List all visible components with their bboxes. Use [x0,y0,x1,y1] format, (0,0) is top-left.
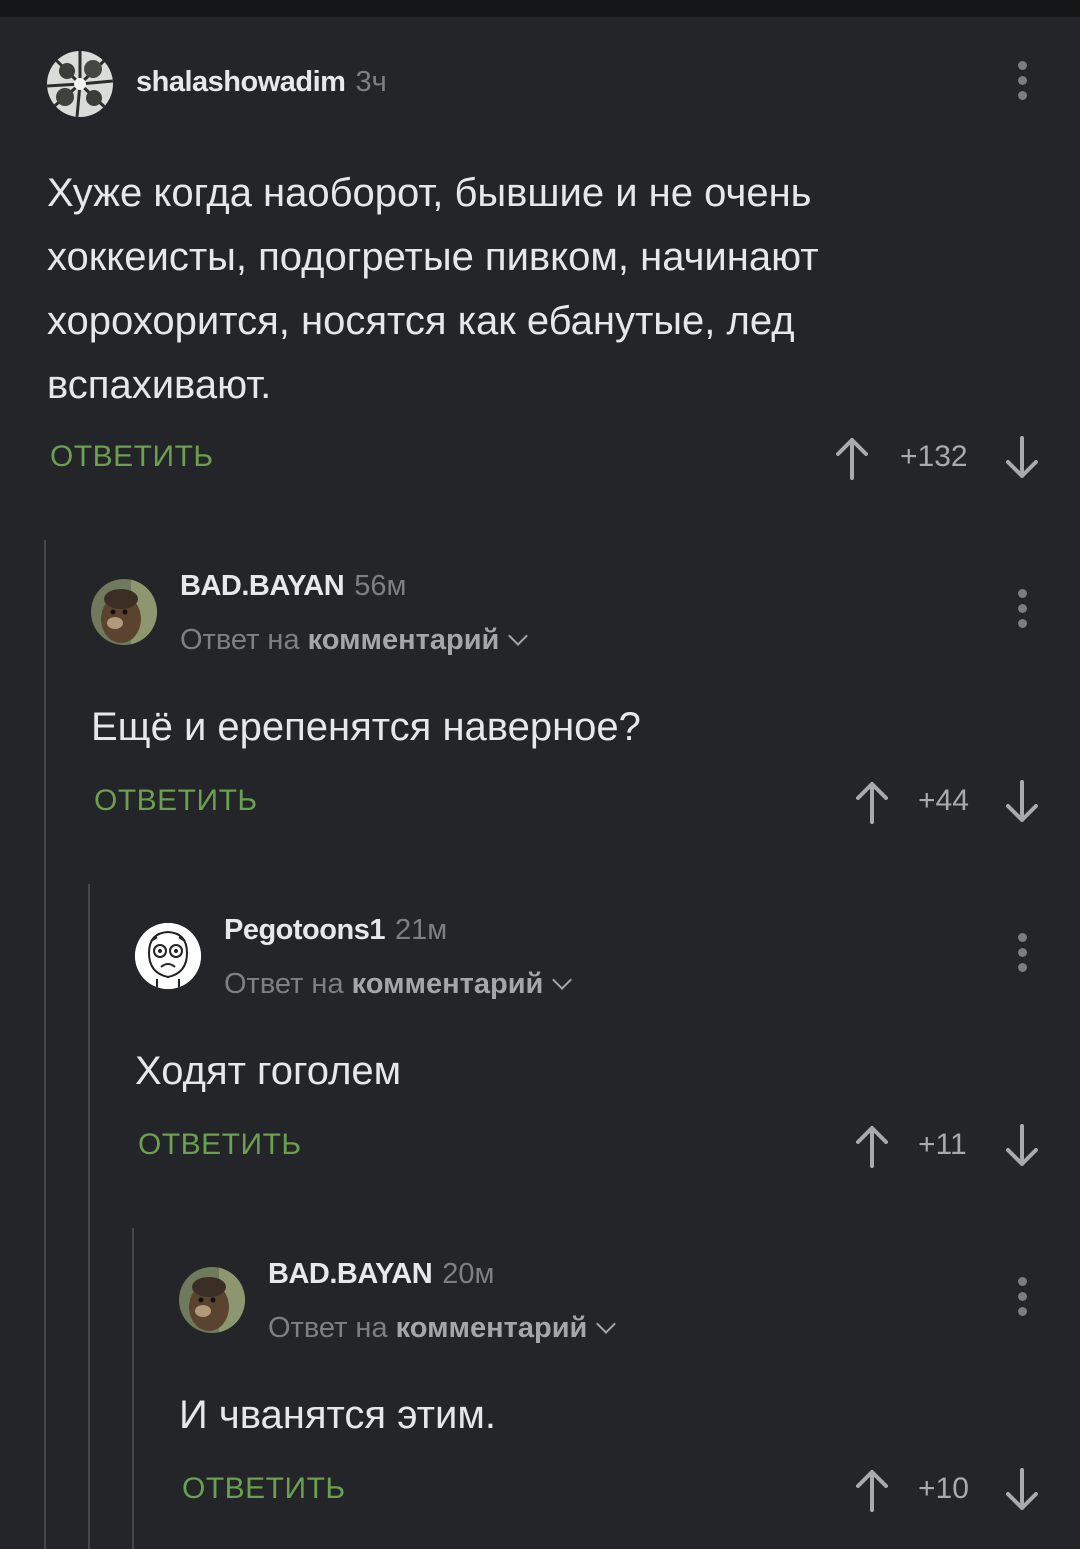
comment-author[interactable]: shalashowadim 3ч [136,66,387,99]
comment-score: +11 [918,1128,967,1161]
comment-time: 3ч [355,66,387,98]
vote-controls: +10 [854,1468,1044,1512]
comment-score: +10 [918,1472,969,1505]
marmot-avatar-icon [179,1267,245,1333]
thread-line-level-2[interactable] [88,884,90,1549]
avatar[interactable] [47,51,113,117]
downvote-arrow-icon[interactable] [1004,780,1040,824]
reply-to-prefix: Ответ на [268,1312,388,1344]
downvote-arrow-icon[interactable] [1004,436,1040,480]
comment-time: 21м [394,914,448,946]
vote-controls: +44 [854,780,1044,824]
reply-button[interactable]: ОТВЕТИТЬ [50,440,214,474]
upvote-arrow-icon[interactable] [834,436,870,480]
more-options-icon[interactable] [1012,61,1032,105]
reply-to-link[interactable]: Ответ на комментарий [224,968,573,1001]
more-options-icon[interactable] [1012,589,1032,633]
comment-score: +132 [900,440,968,473]
author-name[interactable]: BAD.BAYAN [180,570,345,602]
reply-to-prefix: Ответ на [224,968,344,1000]
author-name[interactable]: Pegotoons1 [224,914,385,946]
upvote-arrow-icon[interactable] [854,1468,890,1512]
reply-to-target[interactable]: комментарий [352,968,544,1000]
comment-body: Ещё и ерепенятся наверное? [91,705,641,749]
comment-score: +44 [918,784,969,817]
marmot-avatar-icon [91,579,157,645]
more-options-icon[interactable] [1012,933,1032,977]
chevron-down-icon[interactable] [508,626,529,646]
avatar[interactable] [179,1267,245,1333]
comment-time: 20м [442,1258,495,1290]
more-options-icon[interactable] [1012,1277,1032,1321]
comment-author[interactable]: Pegotoons1 21м [224,914,447,947]
reply-to-link[interactable]: Ответ на комментарий [180,624,529,657]
reply-to-target[interactable]: комментарий [308,624,500,656]
comment-body: Хуже когда наоборот, бывшие и не очень х… [47,171,819,407]
reply-button[interactable]: ОТВЕТИТЬ [182,1472,346,1506]
status-bar [0,0,1080,17]
forest-canopy-avatar-icon [47,51,113,117]
author-name[interactable]: shalashowadim [136,66,346,98]
reply-button[interactable]: ОТВЕТИТЬ [138,1128,302,1162]
vote-controls: +132 [834,436,1044,480]
cartoon-face-avatar-icon [135,923,201,989]
chevron-down-icon[interactable] [552,970,573,990]
comment-author[interactable]: BAD.BAYAN 20м [268,1258,494,1291]
downvote-arrow-icon[interactable] [1004,1468,1040,1512]
avatar[interactable] [135,923,201,989]
comment-author[interactable]: BAD.BAYAN 56м [180,570,406,603]
avatar[interactable] [91,579,157,645]
reply-to-target[interactable]: комментарий [396,1312,588,1344]
chevron-down-icon[interactable] [596,1314,617,1334]
reply-to-prefix: Ответ на [180,624,300,656]
upvote-arrow-icon[interactable] [854,780,890,824]
thread-line-level-3[interactable] [132,1228,134,1549]
upvote-arrow-icon[interactable] [854,1124,890,1168]
vote-controls: +11 [854,1124,1044,1168]
reply-to-link[interactable]: Ответ на комментарий [268,1312,617,1345]
comment-body: Ходят гоголем [135,1049,402,1093]
reply-button[interactable]: ОТВЕТИТЬ [94,784,258,818]
thread-line-level-1[interactable] [44,540,46,1549]
comment-time: 56м [354,570,407,602]
author-name[interactable]: BAD.BAYAN [268,1258,433,1290]
comment-body: И чванятся этим. [179,1393,496,1437]
downvote-arrow-icon[interactable] [1004,1124,1040,1168]
